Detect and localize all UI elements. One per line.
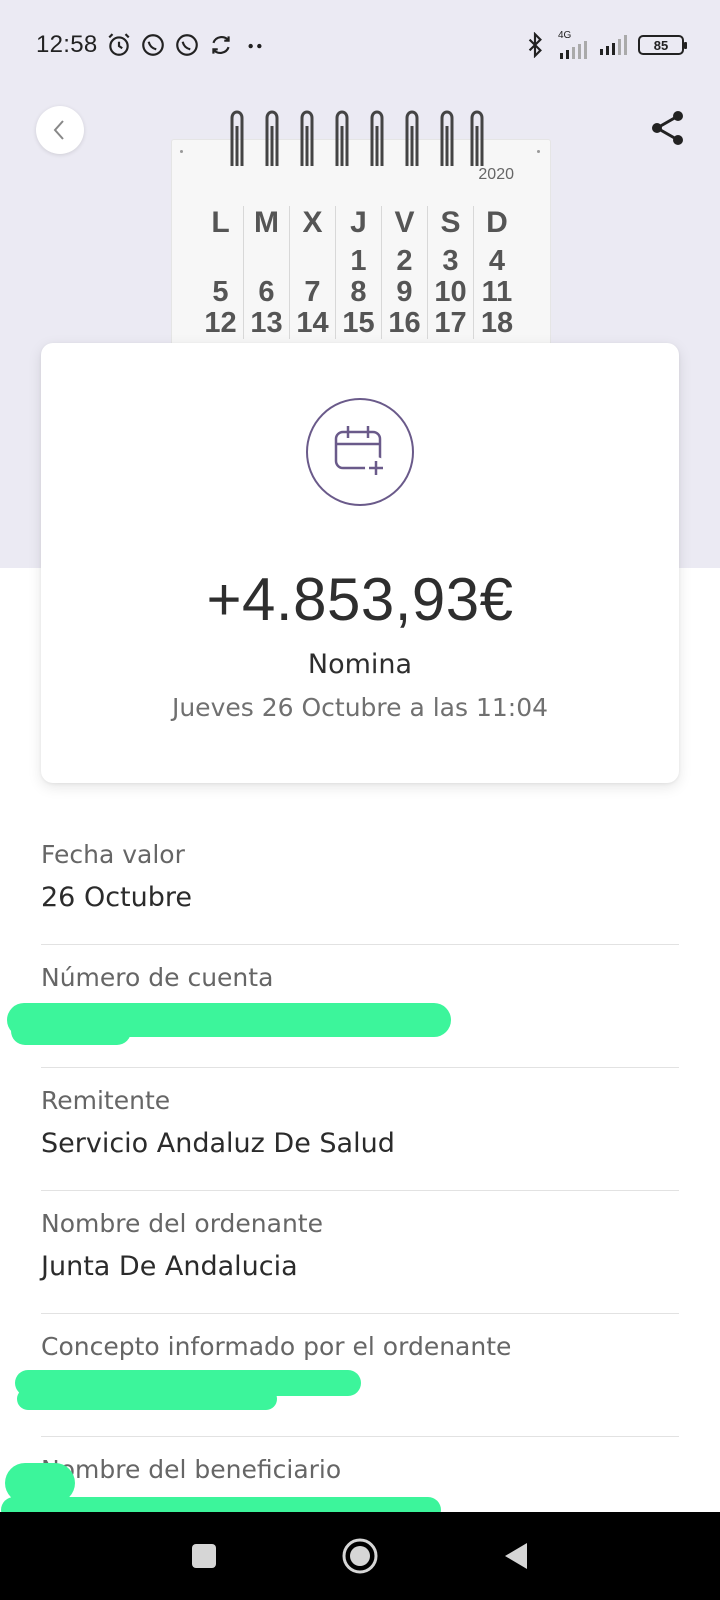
redaction-mark: [11, 1017, 131, 1045]
calendar-add-icon: [334, 426, 387, 479]
calendar-date: 15: [342, 307, 375, 339]
more-dots-icon: [248, 43, 262, 49]
calendar-rings: [230, 110, 484, 166]
detail-label: Remitente: [41, 1086, 171, 1115]
calendar-date: 4: [488, 245, 506, 277]
transaction-details: Fecha valor 26 Octubre Número de cuenta …: [1, 822, 679, 1560]
detail-row-numero-cuenta: Número de cuenta: [7, 945, 679, 1068]
back-nav-button[interactable]: [492, 1532, 540, 1580]
calendar-column: D 4 11 18: [474, 206, 520, 339]
status-bar: 12:58 4G 85: [0, 0, 720, 90]
sync-icon: [211, 36, 230, 54]
detail-value: 26 Octubre: [41, 882, 192, 913]
calendar-date: 14: [296, 307, 329, 339]
transaction-datetime: Jueves 26 Octubre a las 11:04: [171, 693, 549, 722]
calendar-date: 9: [396, 276, 413, 308]
system-icons: 4G 85: [522, 31, 687, 59]
share-button[interactable]: [646, 106, 690, 150]
calendar-date: 13: [250, 307, 283, 339]
mobile-data: 4G: [558, 31, 588, 59]
battery-indicator: 85: [638, 35, 687, 55]
calendar-grid: L 5 12 M 6 13 X 7 14 J 1 8 15 V 2 9 16 S…: [198, 206, 520, 339]
calendar-date: 6: [258, 276, 275, 308]
whatsapp-icon: [175, 34, 198, 56]
share-icon: [652, 111, 683, 145]
calendar-date: 12: [204, 307, 237, 339]
battery-level: 85: [653, 37, 669, 53]
calendar-illustration: 2020 L 5 12 M 6 13 X 7 14 J 1 8 15 V 2 9…: [172, 110, 550, 360]
calendar-column: X 7 14: [290, 206, 336, 339]
home-circle-icon: [342, 1538, 378, 1574]
recents-button[interactable]: [180, 1532, 228, 1580]
detail-value: Servicio Andaluz De Salud: [41, 1128, 395, 1159]
calendar-date: 3: [442, 245, 459, 277]
detail-row-fecha-valor: Fecha valor 26 Octubre: [41, 822, 679, 945]
calendar-dot: [180, 150, 183, 153]
alarm-icon: [108, 33, 130, 56]
navigation-bar: [0, 1512, 720, 1600]
calendar-date: 2: [396, 245, 413, 277]
calendar-date: 11: [481, 276, 513, 308]
back-button[interactable]: [36, 106, 84, 154]
detail-value: Junta De Andalucia: [41, 1251, 298, 1282]
recents-square-icon: [192, 1544, 216, 1568]
calendar-day-header: V: [394, 206, 415, 239]
transaction-amount: +4.853,93€: [206, 566, 514, 633]
whatsapp-icon: [141, 34, 164, 56]
detail-label: Fecha valor: [41, 840, 185, 869]
signal-icon: [560, 41, 587, 59]
transaction-card: +4.853,93€ Nomina Jueves 26 Octubre a la…: [41, 343, 679, 783]
network-type-label: 4G: [558, 30, 572, 41]
detail-row-nombre-ordenante: Nombre del ordenante Junta De Andalucia: [41, 1191, 679, 1314]
calendar-date: 5: [212, 276, 229, 308]
back-triangle-icon: [505, 1543, 527, 1569]
calendar-day-header: M: [254, 206, 279, 239]
bluetooth-icon: [528, 32, 542, 58]
calendar-date: 1: [350, 245, 367, 277]
calendar-date: 8: [350, 276, 367, 308]
calendar-day-header: S: [440, 206, 461, 239]
status-time: 12:58: [36, 31, 98, 58]
calendar-day-header: X: [302, 206, 323, 239]
calendar-add-icon-badge: [306, 398, 414, 506]
detail-label: Concepto informado por el ordenante: [41, 1332, 512, 1361]
calendar-column: S 3 10 17: [428, 206, 474, 339]
calendar-day-header: D: [486, 206, 508, 239]
calendar-date: 17: [434, 307, 467, 339]
calendar-column: M 6 13: [244, 206, 290, 339]
redaction-mark: [17, 1388, 277, 1410]
calendar-date: 18: [480, 307, 514, 339]
calendar-date: 16: [388, 307, 421, 339]
calendar-column: L 5 12: [198, 206, 244, 339]
detail-label: Número de cuenta: [41, 963, 274, 992]
calendar-day-header: J: [350, 206, 367, 239]
home-button[interactable]: [336, 1532, 384, 1580]
calendar-day-header: L: [211, 206, 230, 239]
calendar-column: J 1 8 15: [336, 206, 382, 339]
calendar-column: V 2 9 16: [382, 206, 428, 339]
transaction-concept: Nomina: [307, 649, 413, 680]
calendar-date: 7: [304, 276, 321, 308]
detail-row-remitente: Remitente Servicio Andaluz De Salud: [41, 1068, 679, 1191]
detail-label: Nombre del beneficiario: [41, 1455, 342, 1484]
chevron-left-icon: [53, 120, 64, 140]
calendar-dot: [537, 150, 540, 153]
notification-icons: [106, 32, 268, 58]
detail-row-concepto-ordenante: Concepto informado por el ordenante: [15, 1314, 679, 1437]
signal-icon: [600, 35, 627, 55]
calendar-date: 10: [434, 276, 467, 308]
detail-label: Nombre del ordenante: [41, 1209, 323, 1238]
calendar-year: 2020: [478, 166, 514, 183]
